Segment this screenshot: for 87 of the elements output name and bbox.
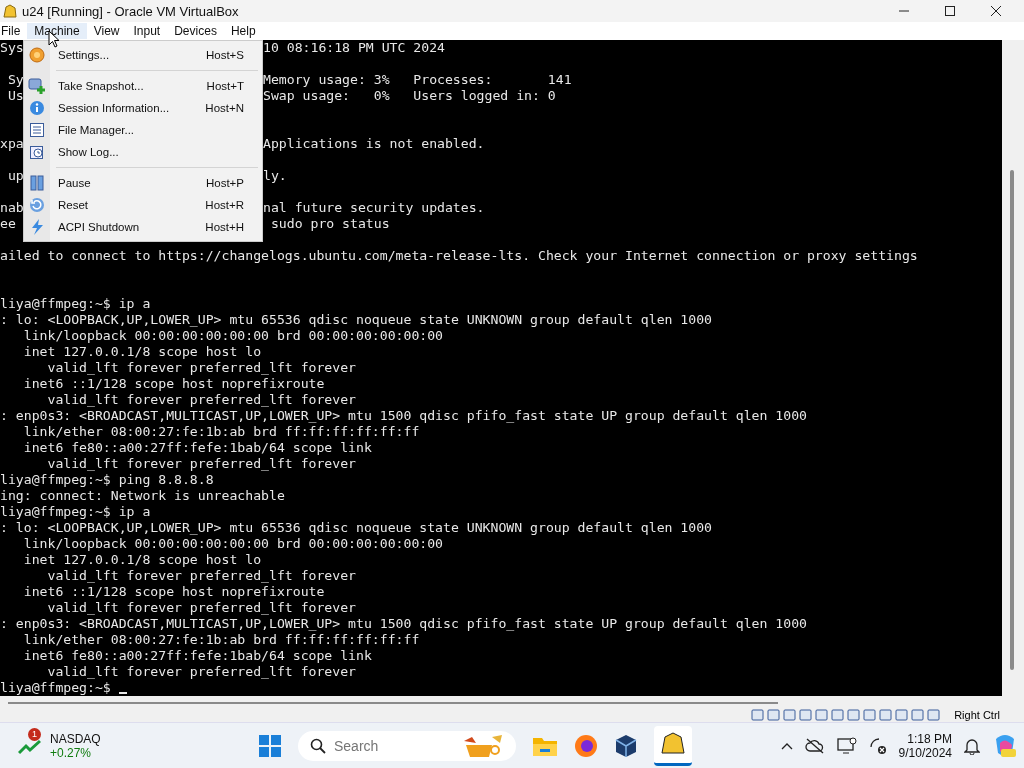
terminal-text: link/ether 08:00:27:fe:1b:ab brd ff:ff:ff:ff:ff:ff: [22, 632, 420, 648]
chevron-up-icon[interactable]: [780, 741, 793, 750]
terminal-text: 10 08:16:18 PM UTC 2024: [263, 40, 445, 56]
terminal-text: : enp0s3: <BROADCAST,MULTICAST,UP,LOWER_UP> mtu 1500 qdisc pfifo_fast state UP group default qlen 1000: [0, 616, 807, 632]
menu-option[interactable]: Show Log...: [24, 141, 262, 163]
info-icon: [29, 100, 45, 116]
host-key-label: Right Ctrl: [954, 709, 1000, 721]
terminal-text: ailed to connect to https://changelogs.ubuntu.com/meta-release-lts. Check your Internet connection or proxy settings: [0, 248, 918, 264]
start-icon[interactable]: [258, 733, 282, 758]
menu-item[interactable]: File: [0, 23, 28, 39]
monitor-icon[interactable]: [836, 736, 857, 755]
terminal-text: Applications is not enabled.: [263, 136, 485, 152]
clock-time[interactable]: 1:18 PM: [907, 731, 952, 746]
terminal-text: valid_lft forever preferred_lft forever: [46, 568, 356, 584]
menu-item[interactable]: Help: [223, 23, 263, 39]
widget-change: +0.27%: [50, 745, 92, 760]
pause-icon: [29, 175, 45, 191]
terminal-text: link/ether 08:00:27:fe:1b:ab brd ff:ff:ff:ff:ff:ff: [22, 424, 420, 440]
cloud-off-icon[interactable]: [804, 737, 825, 754]
terminal-text: ee: [0, 216, 16, 232]
menu-option[interactable]: Take Snapshot... Host+T: [24, 75, 262, 97]
close-icon[interactable]: [990, 5, 1002, 17]
window-title: u24 [Running] - Oracle VM VirtualBox: [22, 3, 239, 19]
network-off-icon[interactable]: [868, 736, 887, 755]
terminal-text: Sys: [0, 40, 24, 56]
terminal-text: inet6 ::1/128 scope host noprefixroute: [22, 584, 325, 600]
terminal-text: valid_lft forever preferred_lft forever: [46, 360, 356, 376]
terminal-text: liya@ffmpeg:~$: [0, 680, 112, 696]
menu-item[interactable]: Input: [126, 23, 168, 39]
terminal-text: Swap usage: 0% Users logged in: 0: [263, 88, 556, 104]
menu-item[interactable]: Machine: [27, 23, 87, 39]
terminal-text: nal future security updates.: [263, 200, 485, 216]
app-icon: [660, 730, 686, 755]
lightning-icon: [29, 218, 45, 236]
terminal-text: liya@ffmpeg:~$ ping 8.8.8.8: [0, 472, 214, 488]
terminal-text: inet6 fe80::a00:27ff:fefe:1bab/64 scope link: [22, 440, 372, 456]
document-icon: [29, 122, 45, 138]
terminal-text: ly.: [263, 168, 287, 184]
terminal-text: xpa: [0, 136, 24, 152]
terminal-text: valid_lft forever preferred_lft forever: [46, 392, 356, 408]
scrollbar-thumb[interactable]: [8, 702, 778, 704]
menu-option[interactable]: Pause Host+P: [24, 172, 262, 194]
terminal-text: nab: [0, 200, 24, 216]
terminal-text: link/loopback 00:00:00:00:00:00 brd 00:00:00:00:00:00: [22, 536, 444, 552]
terminal-text: inet6 fe80::a00:27ff:fefe:1bab/64 scope link: [22, 648, 372, 664]
reset-icon: [29, 197, 45, 213]
log-icon: [29, 144, 45, 160]
scrollbar-thumb[interactable]: [1010, 170, 1014, 670]
menu-option[interactable]: Reset Host+R: [24, 194, 262, 216]
text-cursor: [118, 692, 127, 694]
terminal-text: Sy: [6, 72, 24, 88]
terminal-text: sudo pro status: [269, 216, 390, 232]
terminal-text: inet6 ::1/128 scope host noprefixroute: [22, 376, 325, 392]
browser-icon[interactable]: [574, 733, 598, 758]
menu-option[interactable]: File Manager...: [24, 119, 262, 141]
menu-option[interactable]: Settings... Host+S: [24, 44, 262, 66]
widget-title[interactable]: NASDAQ: [50, 731, 101, 746]
terminal-text: : enp0s3: <BROADCAST,MULTICAST,UP,LOWER_UP> mtu 1500 qdisc pfifo_fast state UP group default qlen 1000: [0, 408, 807, 424]
menu-item[interactable]: View: [86, 23, 127, 39]
terminal-text: valid_lft forever preferred_lft forever: [46, 600, 356, 616]
bell-icon[interactable]: [964, 736, 980, 755]
notification-badge: 1: [28, 727, 41, 741]
search-icon: [310, 737, 326, 754]
clock-date[interactable]: 9/10/2024: [898, 745, 952, 760]
terminal-text: liya@ffmpeg:~$ ip a: [0, 296, 151, 312]
taskbar-app[interactable]: [654, 725, 692, 766]
terminal-text: valid_lft forever preferred_lft forever: [46, 664, 356, 680]
camera-plus-icon: [28, 77, 46, 95]
terminal-text: link/loopback 00:00:00:00:00:00 brd 00:00:00:00:00:00: [22, 328, 444, 344]
gear-icon: [29, 47, 45, 63]
search-field[interactable]: Search: [298, 730, 516, 761]
maximize-icon[interactable]: [944, 5, 956, 17]
terminal-text: : lo: <LOOPBACK,UP,LOWER_UP> mtu 65536 qdisc noqueue state UNKNOWN group default qlen 1000: [0, 312, 713, 328]
app-icon: [2, 3, 18, 19]
terminal-text: inet 127.0.0.1/8 scope host lo: [22, 344, 262, 360]
terminal-text: valid_lft forever preferred_lft forever: [46, 456, 356, 472]
terminal-text: up: [6, 168, 24, 184]
menu-item[interactable]: Devices: [167, 23, 224, 39]
terminal-text: : lo: <LOOPBACK,UP,LOWER_UP> mtu 65536 qdisc noqueue state UNKNOWN group default qlen 1000: [0, 520, 713, 536]
terminal-text: Memory usage: 3% Processes: 141: [263, 72, 572, 88]
terminal-text: ing: connect: Network is unreachable: [0, 488, 285, 504]
terminal-text: liya@ffmpeg:~$ ip a: [0, 504, 151, 520]
menu-option[interactable]: ACPI Shutdown Host+H: [24, 216, 262, 238]
cube-icon[interactable]: [614, 733, 638, 758]
terminal-text: Us: [6, 88, 24, 104]
menu-option[interactable]: Session Information... Host+N: [24, 97, 262, 119]
terminal-text: inet 127.0.0.1/8 scope host lo: [22, 552, 262, 568]
